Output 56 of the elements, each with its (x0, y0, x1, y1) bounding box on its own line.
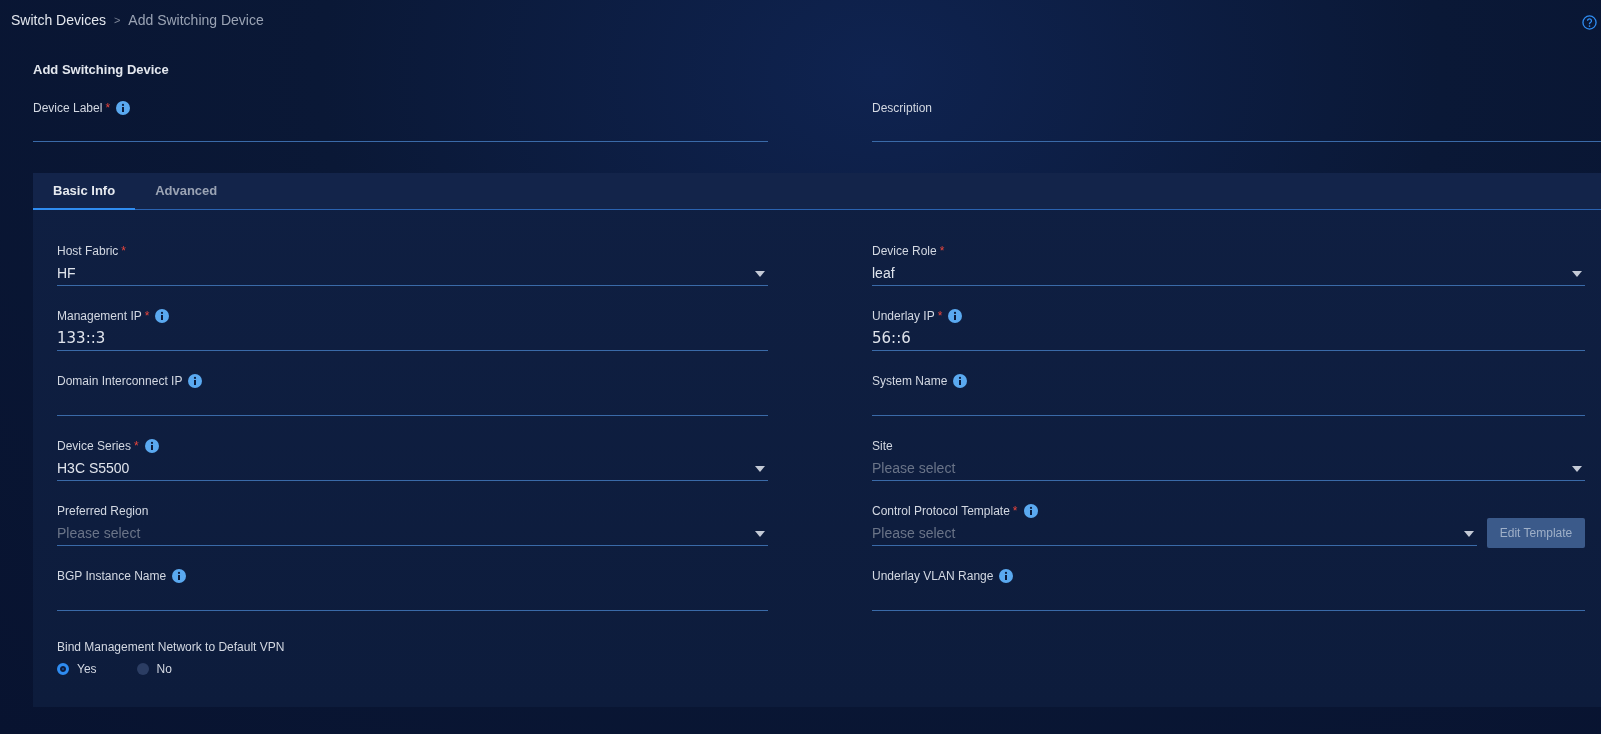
caret-icon (1572, 270, 1582, 277)
radio-button[interactable] (136, 663, 149, 675)
tab[interactable]: Advanced (135, 173, 238, 210)
info-icon[interactable] (172, 569, 187, 583)
info-icon[interactable] (953, 374, 968, 388)
input-field[interactable]: 56::6 (872, 325, 1585, 351)
field-label: Device Series (57, 439, 132, 453)
info-icon[interactable] (188, 374, 203, 388)
required-mark: * (937, 309, 943, 323)
field-label: Device Role (872, 244, 937, 258)
breadcrumb-separator: > (113, 14, 121, 26)
field-label: Description (872, 101, 933, 115)
select-field[interactable]: HF (57, 260, 768, 286)
input-field[interactable]: 133::3 (57, 325, 768, 351)
info-icon[interactable] (144, 439, 159, 453)
field-label: Management IP (57, 309, 142, 323)
select-field[interactable]: Please select (57, 520, 768, 546)
info-icon[interactable] (948, 309, 963, 323)
required-mark: * (105, 101, 111, 115)
required-mark: * (1012, 504, 1018, 518)
breadcrumb-item: Add Switching Device (128, 12, 264, 28)
required-mark: * (121, 244, 127, 258)
info-icon[interactable] (1023, 504, 1038, 518)
info-icon[interactable] (999, 569, 1014, 583)
select-field[interactable]: leaf (872, 260, 1585, 286)
radio-label[interactable]: No (156, 662, 172, 676)
field-label: System Name (872, 374, 948, 388)
tab[interactable]: Basic Info (33, 173, 136, 210)
caret-icon (755, 465, 765, 472)
help-icon[interactable] (1582, 14, 1597, 30)
select-field[interactable]: Please select (872, 455, 1585, 481)
field-label: Device Label (33, 101, 103, 115)
radio-button[interactable] (57, 663, 69, 675)
caret-icon (1464, 530, 1474, 537)
field-label: Bind Management Network to Default VPN (57, 640, 285, 654)
field-label: BGP Instance Name (57, 569, 167, 583)
caret-icon (755, 270, 765, 277)
required-mark: * (939, 244, 945, 258)
caret-icon (755, 530, 765, 537)
caret-icon (1572, 465, 1582, 472)
field-label: Underlay IP (872, 309, 935, 323)
required-mark: * (144, 309, 150, 323)
field-label: Domain Interconnect IP (57, 374, 183, 388)
field-label: Underlay VLAN Range (872, 569, 994, 583)
info-icon[interactable] (155, 309, 170, 323)
field-label: Preferred Region (57, 504, 149, 518)
field-label: Control Protocol Template (872, 504, 1010, 518)
field-label: Site (872, 439, 893, 453)
radio-label[interactable]: Yes (77, 662, 97, 676)
required-mark: * (134, 439, 139, 453)
breadcrumb-item[interactable]: Switch Devices (11, 12, 106, 28)
form-title: Add Switching Device (33, 62, 170, 79)
select-field[interactable]: Please select (872, 520, 1477, 546)
info-icon[interactable] (116, 101, 131, 115)
field-label: Host Fabric (57, 244, 119, 258)
select-field[interactable]: H3C S5500 (57, 455, 768, 481)
